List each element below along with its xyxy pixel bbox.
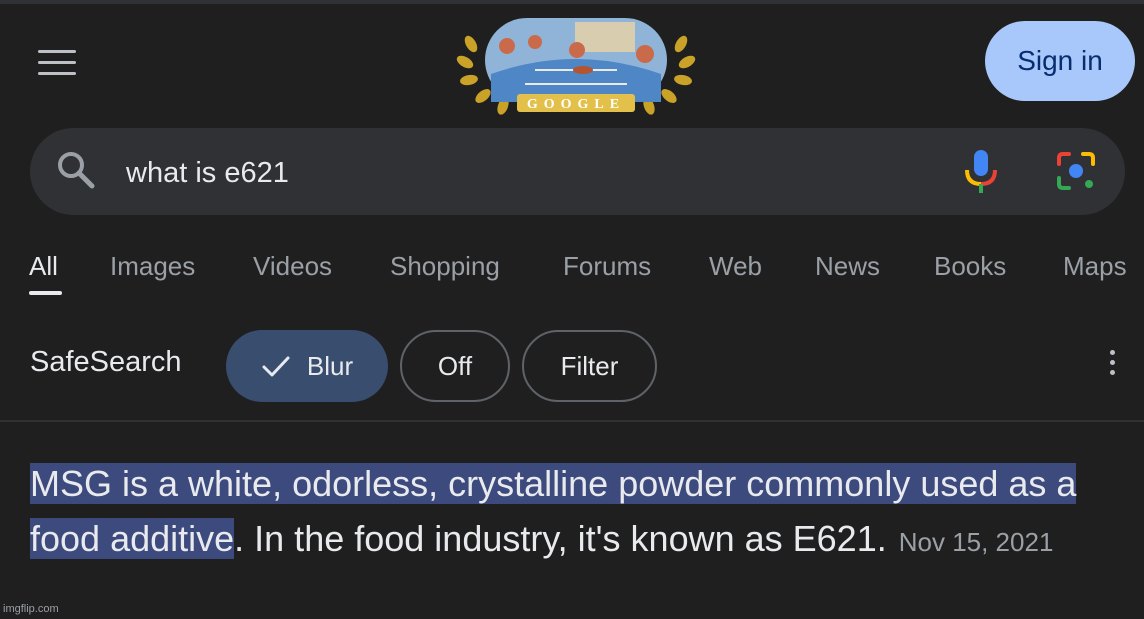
- tab-books[interactable]: Books: [934, 251, 1006, 282]
- snippet-rest-text: . In the food industry, it's known as E6…: [234, 518, 887, 559]
- safesearch-filter-chip[interactable]: Filter: [522, 330, 657, 402]
- tab-videos[interactable]: Videos: [253, 251, 332, 282]
- divider: [0, 420, 1144, 422]
- watermark: imgflip.com: [3, 603, 59, 615]
- sign-in-button[interactable]: Sign in: [985, 21, 1135, 101]
- active-tab-indicator: [29, 291, 62, 295]
- search-input[interactable]: [126, 153, 906, 193]
- check-icon: [262, 356, 290, 377]
- tab-news[interactable]: News: [815, 251, 880, 282]
- lens-icon[interactable]: [1053, 148, 1099, 194]
- tab-shopping[interactable]: Shopping: [390, 251, 500, 282]
- menu-icon[interactable]: [38, 50, 76, 76]
- snippet-date: Nov 15, 2021: [898, 527, 1054, 557]
- tab-images[interactable]: Images: [110, 251, 195, 282]
- google-doodle-logo[interactable]: GOOGLE: [455, 14, 697, 118]
- search-tabs: All Images Videos Shopping Forums Web Ne…: [0, 245, 1144, 295]
- tab-web[interactable]: Web: [709, 251, 762, 282]
- tab-forums[interactable]: Forums: [563, 251, 651, 282]
- top-strip: [0, 0, 1144, 4]
- tab-maps[interactable]: Maps: [1063, 251, 1127, 282]
- safesearch-blur-chip[interactable]: Blur: [226, 330, 388, 402]
- safesearch-off-chip[interactable]: Off: [400, 330, 510, 402]
- more-vert-icon[interactable]: [1104, 348, 1120, 378]
- svg-text:GOOGLE: GOOGLE: [527, 97, 625, 112]
- tab-all[interactable]: All: [29, 251, 58, 282]
- featured-snippet: MSG is a white, odorless, crystalline po…: [30, 456, 1120, 570]
- mic-icon[interactable]: [962, 148, 1000, 194]
- search-icon[interactable]: [54, 148, 98, 192]
- safesearch-label: SafeSearch: [30, 346, 182, 378]
- blur-chip-label: Blur: [306, 350, 354, 381]
